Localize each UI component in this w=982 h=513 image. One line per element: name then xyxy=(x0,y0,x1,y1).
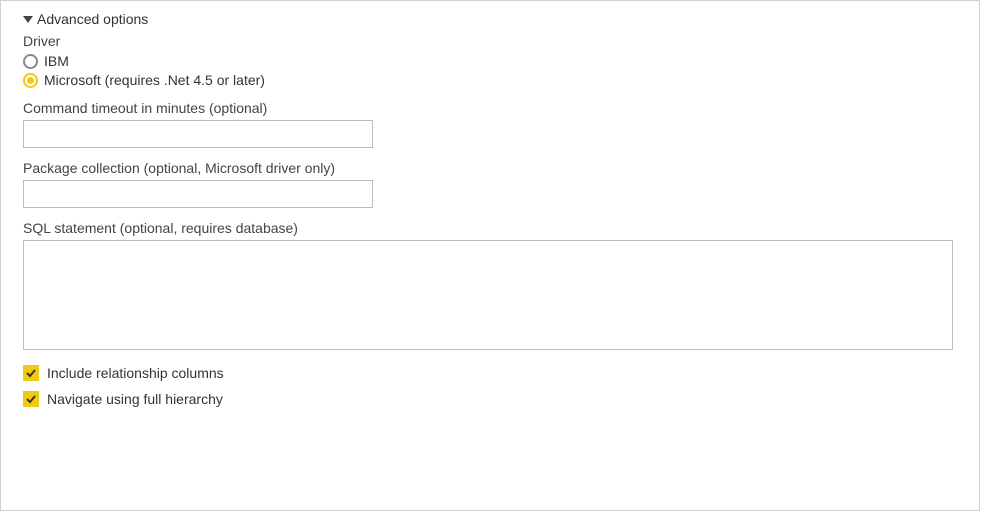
radio-icon-selected xyxy=(23,73,38,88)
driver-option-ibm[interactable]: IBM xyxy=(23,53,957,69)
navigate-full-hierarchy-checkbox[interactable]: Navigate using full hierarchy xyxy=(23,391,957,407)
include-relationship-columns-checkbox[interactable]: Include relationship columns xyxy=(23,365,957,381)
advanced-options-panel: Advanced options Driver IBM Microsoft (r… xyxy=(0,0,980,511)
sql-label: SQL statement (optional, requires databa… xyxy=(23,220,957,236)
package-input[interactable] xyxy=(23,180,373,208)
checkbox-checked-icon xyxy=(23,391,39,407)
driver-option-microsoft[interactable]: Microsoft (requires .Net 4.5 or later) xyxy=(23,72,957,88)
radio-icon xyxy=(23,54,38,69)
timeout-input[interactable] xyxy=(23,120,373,148)
sql-textarea[interactable] xyxy=(23,240,953,350)
include-relationship-columns-label: Include relationship columns xyxy=(47,365,224,381)
timeout-label: Command timeout in minutes (optional) xyxy=(23,100,957,116)
section-title: Advanced options xyxy=(37,11,148,27)
driver-option-microsoft-label: Microsoft (requires .Net 4.5 or later) xyxy=(44,72,265,88)
checkbox-checked-icon xyxy=(23,365,39,381)
package-label: Package collection (optional, Microsoft … xyxy=(23,160,957,176)
driver-option-ibm-label: IBM xyxy=(44,53,69,69)
advanced-options-toggle[interactable]: Advanced options xyxy=(23,11,957,27)
driver-label: Driver xyxy=(23,33,957,49)
navigate-full-hierarchy-label: Navigate using full hierarchy xyxy=(47,391,223,407)
triangle-down-icon xyxy=(23,16,33,23)
